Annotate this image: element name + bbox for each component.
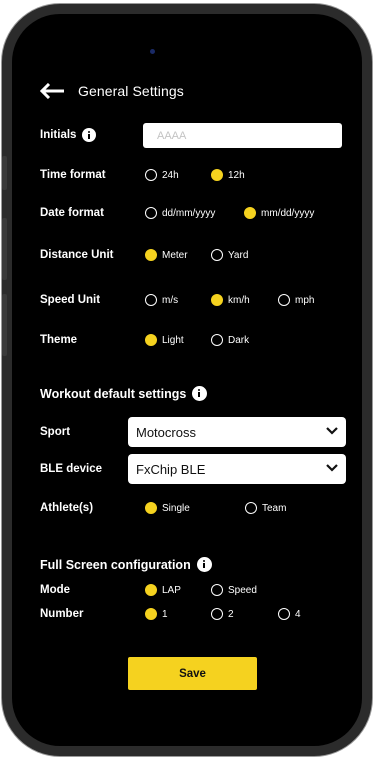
radio-label: Single bbox=[162, 502, 190, 514]
radio-number-1[interactable]: 1 bbox=[145, 608, 168, 620]
radio-dot bbox=[145, 294, 157, 306]
radio-label: Light bbox=[162, 334, 184, 346]
ble-device-value: FxChip BLE bbox=[136, 461, 206, 477]
radio-label: 12h bbox=[228, 169, 245, 181]
sport-select[interactable]: Motocross bbox=[128, 417, 346, 447]
radio-dot-selected bbox=[145, 249, 157, 261]
initials-label: Initials bbox=[40, 129, 77, 141]
radio-date-mmddyyyy[interactable]: mm/dd/yyyy bbox=[244, 207, 314, 219]
initials-placeholder: AAAA bbox=[157, 129, 187, 142]
radio-dot bbox=[145, 207, 157, 219]
info-icon[interactable] bbox=[196, 557, 212, 572]
radio-dot bbox=[211, 608, 223, 620]
radio-dot-selected bbox=[211, 169, 223, 181]
initials-label-row: Initials bbox=[40, 128, 97, 142]
radio-label: 4 bbox=[295, 608, 301, 620]
radio-mode-speed[interactable]: Speed bbox=[211, 584, 257, 596]
radio-label: dd/mm/yyyy bbox=[162, 207, 216, 219]
radio-dot bbox=[211, 334, 223, 346]
front-camera bbox=[150, 49, 155, 54]
radio-dot bbox=[278, 294, 290, 306]
radio-dot-selected bbox=[145, 502, 157, 514]
radio-dot bbox=[278, 608, 290, 620]
radio-label: mm/dd/yyyy bbox=[261, 207, 315, 219]
info-icon[interactable] bbox=[82, 128, 97, 142]
radio-label: Yard bbox=[228, 249, 249, 261]
radio-label: Speed bbox=[228, 584, 257, 596]
radio-label: m/s bbox=[162, 294, 179, 306]
radio-distance-yard[interactable]: Yard bbox=[211, 249, 248, 261]
radio-dot-selected bbox=[145, 608, 157, 620]
radio-distance-meter[interactable]: Meter bbox=[145, 249, 188, 261]
side-button bbox=[2, 156, 7, 190]
radio-label: 1 bbox=[162, 608, 168, 620]
radio-time-24h[interactable]: 24h bbox=[145, 169, 179, 181]
radio-dot-selected bbox=[145, 334, 157, 346]
radio-label: 2 bbox=[228, 608, 234, 620]
radio-label: Dark bbox=[228, 334, 250, 346]
radio-label: LAP bbox=[162, 584, 181, 596]
theme-label: Theme bbox=[40, 334, 78, 346]
radio-theme-light[interactable]: Light bbox=[145, 334, 184, 346]
radio-label: Team bbox=[262, 502, 287, 514]
time-format-label: Time format bbox=[40, 169, 106, 181]
mode-label: Mode bbox=[40, 584, 71, 596]
ble-device-label: BLE device bbox=[40, 463, 102, 475]
radio-speed-kmh[interactable]: km/h bbox=[211, 294, 250, 306]
radio-speed-ms[interactable]: m/s bbox=[145, 294, 178, 306]
radio-theme-dark[interactable]: Dark bbox=[211, 334, 249, 346]
radio-time-12h[interactable]: 12h bbox=[211, 169, 245, 181]
radio-label: km/h bbox=[228, 294, 250, 306]
radio-date-ddmmyyyy[interactable]: dd/mm/yyyy bbox=[145, 207, 215, 219]
radio-speed-mph[interactable]: mph bbox=[278, 294, 314, 306]
initials-input[interactable]: AAAA bbox=[143, 123, 342, 148]
radio-dot bbox=[245, 502, 257, 514]
radio-dot bbox=[145, 169, 157, 181]
header: General Settings bbox=[40, 82, 184, 100]
radio-dot bbox=[211, 584, 223, 596]
number-label: Number bbox=[40, 608, 84, 620]
ble-device-select[interactable]: FxChip BLE bbox=[128, 454, 346, 484]
workout-section-title: Workout default settings bbox=[40, 386, 208, 401]
volume-down-button bbox=[2, 294, 7, 356]
date-format-label: Date format bbox=[40, 207, 104, 219]
athletes-label: Athlete(s) bbox=[40, 502, 94, 514]
radio-dot-selected bbox=[145, 584, 157, 596]
fullscreen-title-text: Full Screen configuration bbox=[40, 557, 191, 572]
speed-unit-label: Speed Unit bbox=[40, 294, 101, 306]
info-icon[interactable] bbox=[192, 386, 208, 401]
radio-number-2[interactable]: 2 bbox=[211, 608, 234, 620]
radio-dot-selected bbox=[244, 207, 256, 219]
radio-dot-selected bbox=[211, 294, 223, 306]
radio-label: mph bbox=[295, 294, 315, 306]
fullscreen-section-title: Full Screen configuration bbox=[40, 557, 212, 572]
radio-dot bbox=[211, 249, 223, 261]
radio-label: 24h bbox=[162, 169, 179, 181]
radio-athletes-team[interactable]: Team bbox=[245, 502, 286, 514]
sport-value: Motocross bbox=[136, 424, 196, 440]
back-arrow-icon[interactable] bbox=[40, 83, 66, 99]
sport-label: Sport bbox=[40, 426, 71, 438]
chevron-down-icon bbox=[326, 464, 338, 472]
radio-mode-lap[interactable]: LAP bbox=[145, 584, 181, 596]
distance-unit-label: Distance Unit bbox=[40, 249, 114, 261]
chevron-down-icon bbox=[326, 427, 338, 435]
workout-title-text: Workout default settings bbox=[40, 386, 187, 401]
volume-up-button bbox=[2, 218, 7, 280]
radio-athletes-single[interactable]: Single bbox=[145, 502, 190, 514]
save-button[interactable]: Save bbox=[128, 657, 257, 690]
radio-label: Meter bbox=[162, 249, 188, 261]
radio-number-4[interactable]: 4 bbox=[278, 608, 301, 620]
page-title: General Settings bbox=[78, 83, 184, 99]
